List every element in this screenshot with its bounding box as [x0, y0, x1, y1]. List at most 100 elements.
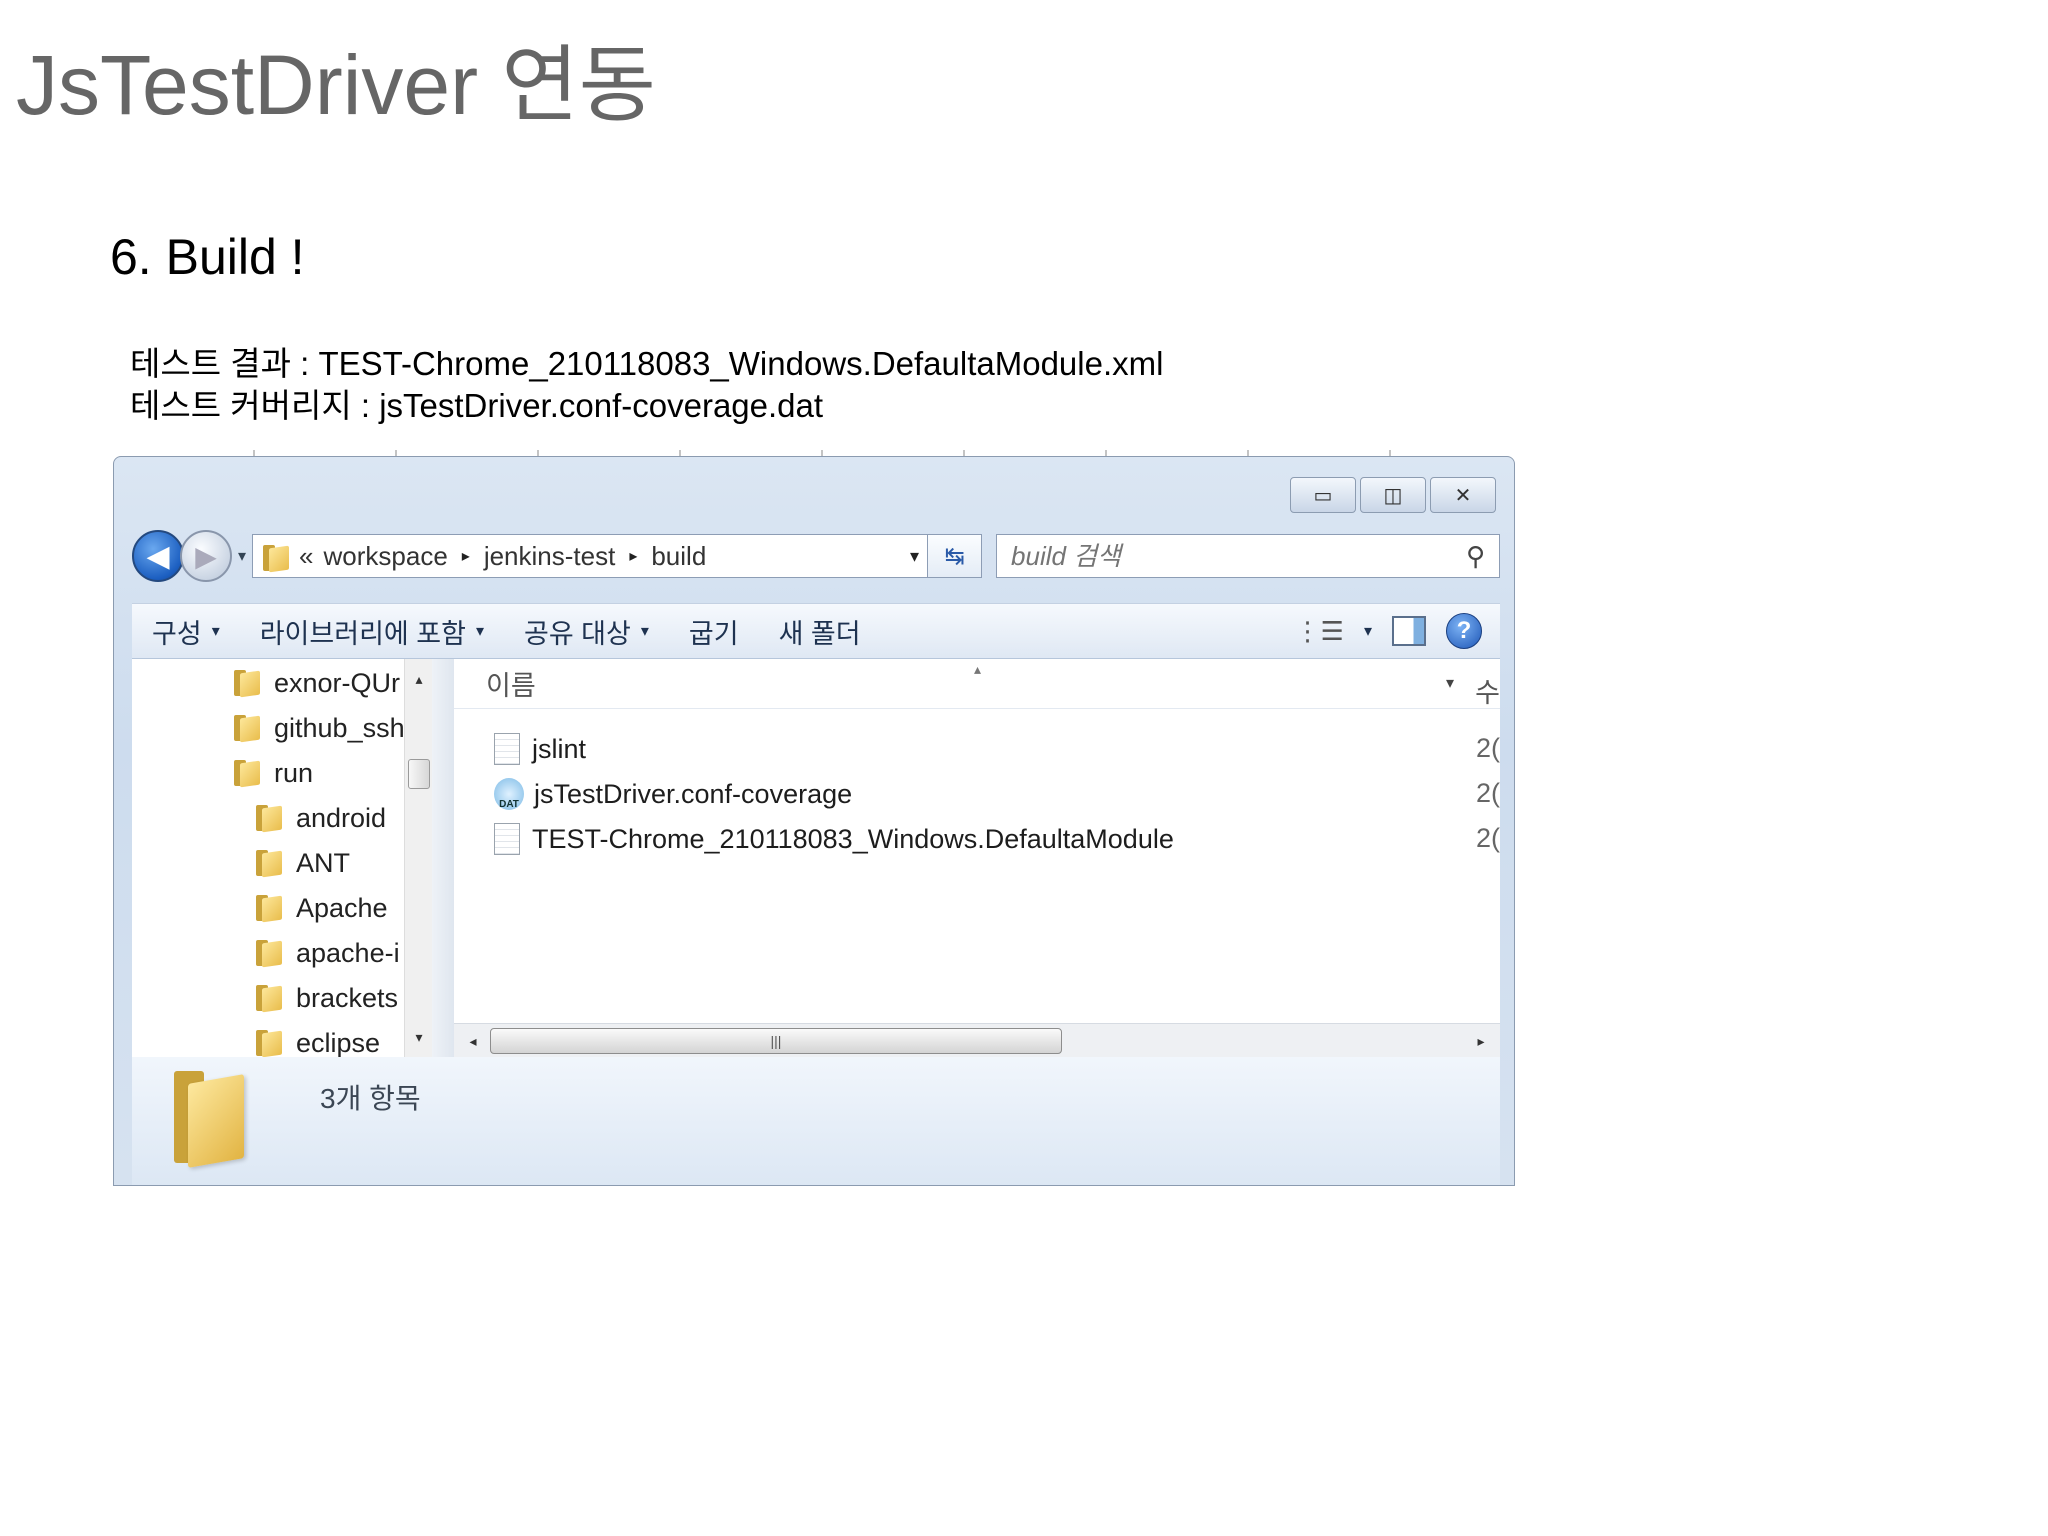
column-name-label: 이름 [486, 671, 536, 701]
chevron-down-icon: ▾ [640, 623, 649, 640]
folder-icon [254, 938, 284, 968]
column-header-modified[interactable]: 수 [1475, 671, 1500, 710]
test-result-line: 테스트 결과 : TEST-Chrome_210118083_Windows.D… [130, 345, 1164, 382]
scroll-left-icon[interactable]: ◂ [460, 1028, 486, 1054]
view-controls: ⋮☰ ▾ ? [1295, 613, 1500, 649]
file-date: 2( [1475, 823, 1500, 853]
search-box: ⚲ [996, 534, 1500, 578]
folder-icon [254, 1028, 284, 1057]
change-view-icon[interactable]: ⋮☰ [1295, 616, 1344, 647]
burn-label: 굽기 [688, 618, 739, 649]
folder-icon [232, 713, 262, 743]
chevron-down-icon: ▾ [475, 623, 484, 640]
minimize-button[interactable]: ▭ [1290, 477, 1356, 513]
scroll-up-icon[interactable]: ▴ [405, 665, 432, 693]
tree-item[interactable]: apache-i [254, 931, 400, 975]
tree-item[interactable]: android [254, 796, 386, 840]
share-with-label: 공유 대상 [523, 618, 631, 649]
tree-item[interactable]: ANT [254, 841, 350, 885]
tree-item-label: exnor-QUr [274, 667, 401, 698]
folder-icon [254, 848, 284, 878]
breadcrumb-separator-icon[interactable]: ▸ [629, 546, 637, 566]
search-input[interactable] [1011, 540, 1466, 572]
document-icon [494, 823, 520, 855]
include-in-library-label: 라이브러리에 포함 [259, 618, 466, 649]
folder-icon [254, 983, 284, 1013]
folder-icon [232, 668, 262, 698]
new-folder-label: 새 폴더 [778, 618, 861, 649]
tree-item-label: run [274, 757, 314, 788]
step-heading: 6. Build ! [110, 229, 305, 285]
command-bar: 구성 ▾ 라이브러리에 포함 ▾ 공유 대상 ▾ 굽기 새 폴더 ⋮☰ ▾ ? [132, 603, 1500, 659]
navigation-bar: ◀ ▶ ▾ « workspace ▸ jenkins-test ▸ build… [132, 527, 1500, 585]
caption-buttons: ▭ ◫ ✕ [1290, 477, 1496, 513]
forward-button[interactable]: ▶ [180, 530, 232, 582]
share-with-menu[interactable]: 공유 대상 ▾ [504, 612, 669, 651]
folder-icon [261, 543, 287, 571]
tree-item[interactable]: brackets [254, 976, 398, 1020]
scroll-down-icon[interactable]: ▾ [405, 1023, 432, 1051]
file-date: 2( [1475, 733, 1500, 763]
scroll-right-icon[interactable]: ▸ [1468, 1028, 1494, 1054]
breadcrumb-jenkins-test[interactable]: jenkins-test [484, 541, 616, 572]
tree-item[interactable]: eclipse [254, 1021, 380, 1057]
maximize-button[interactable]: ◫ [1360, 477, 1426, 513]
column-dropdown-icon[interactable]: ▾ [1446, 673, 1454, 693]
address-overflow[interactable]: « [299, 541, 313, 572]
content-area: exnor-QUr github_ssh run android ANT Apa… [132, 659, 1500, 1057]
burn-button[interactable]: 굽기 [669, 612, 759, 651]
tree-item[interactable]: Apache [254, 886, 388, 930]
preview-pane-icon[interactable] [1392, 616, 1426, 646]
details-pane: 3개 항목 [132, 1057, 1500, 1185]
organize-menu[interactable]: 구성 ▾ [132, 612, 240, 651]
close-button[interactable]: ✕ [1430, 477, 1496, 513]
file-date: 2( [1475, 778, 1500, 808]
file-row[interactable]: jslint [494, 727, 586, 771]
tree-item[interactable]: run [232, 751, 313, 795]
tree-item-label: ANT [296, 847, 350, 878]
address-dropdown-icon[interactable]: ▾ [910, 546, 919, 567]
item-count: 3개 항목 [320, 1083, 421, 1114]
file-list: 이름 ▴ ▾ 수 jslint 2( DAT jsTestDriver.conf… [454, 659, 1500, 1057]
new-folder-button[interactable]: 새 폴더 [759, 612, 881, 651]
breadcrumb-build[interactable]: build [651, 541, 706, 572]
tree-item-label: apache-i [296, 937, 400, 968]
scroll-thumb[interactable] [408, 759, 430, 789]
recent-pages-dropdown[interactable]: ▾ [238, 546, 246, 566]
file-row[interactable]: TEST-Chrome_210118083_Windows.DefaultaMo… [494, 817, 1174, 861]
horizontal-scrollbar[interactable]: ◂ ||| ▸ [454, 1023, 1500, 1057]
file-row[interactable]: DAT jsTestDriver.conf-coverage [494, 772, 852, 816]
file-name: jsTestDriver.conf-coverage [534, 778, 853, 809]
test-coverage-line: 테스트 커버리지 : jsTestDriver.conf-coverage.da… [130, 387, 824, 424]
tree-item[interactable]: exnor-QUr [232, 661, 400, 705]
tree-item-label: android [296, 802, 387, 833]
back-button[interactable]: ◀ [132, 530, 184, 582]
address-bar[interactable]: « workspace ▸ jenkins-test ▸ build ▾ [252, 534, 929, 578]
tree-item[interactable]: github_ssh [232, 706, 405, 750]
navigation-tree: exnor-QUr github_ssh run android ANT Apa… [132, 659, 432, 1057]
breadcrumb-separator-icon[interactable]: ▸ [462, 546, 470, 566]
chevron-down-icon: ▾ [211, 623, 220, 640]
file-name: TEST-Chrome_210118083_Windows.DefaultaMo… [532, 823, 1174, 854]
refresh-button[interactable]: ↹ [928, 534, 983, 578]
tree-item-label: eclipse [296, 1027, 381, 1058]
search-icon[interactable]: ⚲ [1466, 541, 1485, 572]
info-lines: 테스트 결과 : TEST-Chrome_210118083_Windows.D… [130, 343, 1163, 427]
pane-splitter[interactable] [432, 659, 454, 1057]
document-icon [494, 733, 520, 765]
chevron-down-icon[interactable]: ▾ [1364, 621, 1372, 641]
help-icon[interactable]: ? [1446, 613, 1482, 649]
tree-item-label: Apache [296, 892, 388, 923]
folder-icon [254, 803, 284, 833]
column-header-name[interactable]: 이름 ▴ ▾ 수 [454, 659, 1500, 709]
tree-scrollbar[interactable]: ▴ ▾ [404, 659, 432, 1057]
folder-icon [174, 1071, 244, 1163]
page-title: JsTestDriver 연동 [16, 38, 656, 132]
dat-file-icon: DAT [494, 778, 524, 810]
folder-icon [232, 758, 262, 788]
breadcrumb-workspace[interactable]: workspace [324, 541, 448, 572]
scroll-thumb[interactable]: ||| [490, 1028, 1062, 1054]
file-name: jslint [532, 733, 587, 764]
include-in-library-menu[interactable]: 라이브러리에 포함 ▾ [240, 612, 504, 651]
organize-label: 구성 [152, 618, 202, 649]
